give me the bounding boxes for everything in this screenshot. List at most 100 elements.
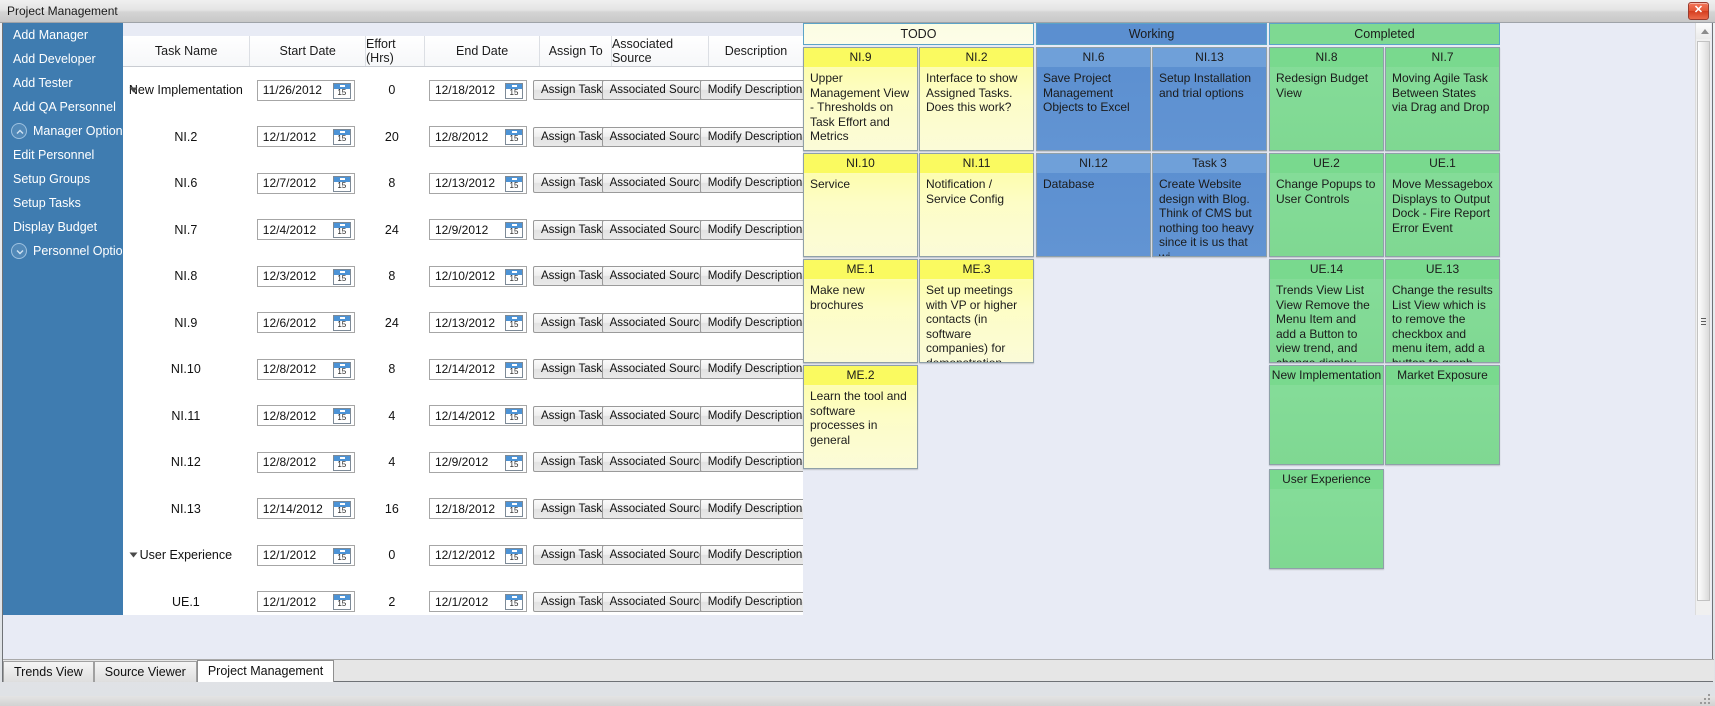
associated-source-button[interactable]: Associated Source [601, 173, 714, 194]
task-card[interactable]: UE.2 Change Popups to User Controls [1269, 153, 1384, 257]
cell-task-name[interactable]: NI.2 [123, 114, 249, 161]
modify-description-button[interactable]: Modify Description [699, 173, 803, 194]
date-input[interactable]: 12/8/2012 15 [256, 451, 355, 473]
associated-source-button[interactable]: Associated Source [601, 498, 714, 519]
cell-task-name[interactable]: New Implementation [123, 67, 249, 114]
calendar-icon[interactable]: 15 [504, 501, 523, 518]
date-input[interactable]: 12/1/2012 15 [256, 591, 355, 613]
associated-source-button[interactable]: Associated Source [601, 219, 714, 240]
column-header-end-date[interactable]: End Date [425, 36, 541, 66]
sidebar-item-add-manager[interactable]: Add Manager [3, 23, 123, 47]
tab-trends-view[interactable]: Trends View [3, 661, 94, 682]
assign-task-button[interactable]: Assign Task [532, 266, 611, 287]
date-input[interactable]: 12/13/2012 15 [428, 312, 527, 334]
modify-description-button[interactable]: Modify Description [699, 126, 803, 147]
table-row[interactable]: NI.2 12/1/2012 15 20 12/8/2012 15 Assign Task A… [123, 114, 803, 161]
calendar-icon[interactable]: 15 [332, 268, 351, 285]
assign-task-button[interactable]: Assign Task [532, 452, 611, 473]
sidebar-item-add-developer[interactable]: Add Developer [3, 47, 123, 71]
associated-source-button[interactable]: Associated Source [601, 591, 714, 612]
calendar-icon[interactable]: 15 [332, 501, 351, 518]
close-icon[interactable] [1688, 2, 1709, 20]
column-header-start-date[interactable]: Start Date [250, 36, 366, 66]
calendar-icon[interactable]: 15 [504, 222, 523, 239]
calendar-icon[interactable]: 15 [504, 361, 523, 378]
task-card[interactable]: NI.12 Database [1036, 153, 1151, 257]
vertical-scrollbar[interactable] [1695, 23, 1711, 615]
tab-source-viewer[interactable]: Source Viewer [93, 661, 197, 682]
cell-task-name[interactable]: UE.1 [123, 579, 249, 616]
scroll-up-arrow-icon[interactable] [1696, 23, 1711, 39]
date-input[interactable]: 12/9/2012 15 [428, 451, 527, 473]
assign-task-button[interactable]: Assign Task [532, 359, 611, 380]
date-input[interactable]: 12/1/2012 15 [256, 544, 355, 566]
sidebar-item-manager-options[interactable]: Manager Options [3, 119, 129, 143]
cell-task-name[interactable]: NI.11 [123, 393, 249, 440]
assign-task-button[interactable]: Assign Task [532, 591, 611, 612]
associated-source-button[interactable]: Associated Source [601, 126, 714, 147]
column-header-task-name[interactable]: Task Name [123, 36, 251, 66]
date-input[interactable]: 12/8/2012 15 [428, 126, 527, 148]
column-header-assign-to[interactable]: Assign To [540, 36, 612, 66]
tab-project-management[interactable]: Project Management [196, 660, 335, 682]
modify-description-button[interactable]: Modify Description [699, 359, 803, 380]
modify-description-button[interactable]: Modify Description [699, 219, 803, 240]
sidebar-item-display-budget[interactable]: Display Budget [3, 215, 123, 239]
cell-task-name[interactable]: NI.9 [123, 300, 249, 347]
date-input[interactable]: 12/12/2012 15 [428, 544, 527, 566]
assign-task-button[interactable]: Assign Task [532, 126, 611, 147]
calendar-icon[interactable]: 15 [332, 315, 351, 332]
date-input[interactable]: 12/18/2012 15 [428, 79, 527, 101]
cell-task-name[interactable]: NI.7 [123, 207, 249, 254]
task-card[interactable]: NI.10 Service [803, 153, 918, 257]
date-input[interactable]: 12/10/2012 15 [428, 265, 527, 287]
date-input[interactable]: 12/1/2012 15 [428, 591, 527, 613]
sidebar-item-personnel-options[interactable]: Personnel Options [3, 239, 136, 263]
date-input[interactable]: 12/18/2012 15 [428, 498, 527, 520]
task-card[interactable]: NI.11 Notification / Service Config [919, 153, 1034, 257]
assign-task-button[interactable]: Assign Task [532, 219, 611, 240]
table-row[interactable]: NI.12 12/8/2012 15 4 12/9/2012 15 Assign Task A… [123, 439, 803, 486]
associated-source-button[interactable]: Associated Source [601, 545, 714, 566]
task-card[interactable]: NI.7 Moving Agile Task Between States via… [1385, 47, 1500, 151]
task-card[interactable]: Market Exposure [1385, 365, 1500, 465]
sidebar-item-edit-personnel[interactable]: Edit Personnel [3, 143, 123, 167]
associated-source-button[interactable]: Associated Source [601, 359, 714, 380]
assign-task-button[interactable]: Assign Task [532, 498, 611, 519]
task-card[interactable]: ME.2 Learn the tool and software processe… [803, 365, 918, 469]
calendar-icon[interactable]: 15 [504, 547, 523, 564]
table-row[interactable]: NI.10 12/8/2012 15 8 12/14/2012 15 Assign Task… [123, 346, 803, 393]
sidebar-item-add-qa-personnel[interactable]: Add QA Personnel [3, 95, 123, 119]
cell-task-name[interactable]: NI.13 [123, 486, 249, 533]
modify-description-button[interactable]: Modify Description [699, 498, 803, 519]
cell-task-name[interactable]: NI.10 [123, 346, 249, 393]
date-input[interactable]: 12/7/2012 15 [256, 172, 355, 194]
associated-source-button[interactable]: Associated Source [601, 405, 714, 426]
scrollbar-thumb[interactable] [1697, 41, 1710, 601]
calendar-icon[interactable]: 15 [332, 222, 351, 239]
table-row[interactable]: NI.7 12/4/2012 15 24 12/9/2012 15 Assign Task A… [123, 207, 803, 254]
calendar-icon[interactable]: 15 [332, 361, 351, 378]
date-input[interactable]: 12/1/2012 15 [256, 126, 355, 148]
task-card[interactable]: ME.3 Set up meetings with VP or higher co… [919, 259, 1034, 363]
calendar-icon[interactable]: 15 [504, 129, 523, 146]
calendar-icon[interactable]: 15 [504, 175, 523, 192]
associated-source-button[interactable]: Associated Source [601, 266, 714, 287]
calendar-icon[interactable]: 15 [332, 129, 351, 146]
task-card[interactable]: NI.9 Upper Management View - Thresholds o… [803, 47, 918, 151]
date-input[interactable]: 12/14/2012 15 [428, 358, 527, 380]
task-card[interactable]: NI.13 Setup Installation and trial option… [1152, 47, 1267, 151]
sidebar-item-add-tester[interactable]: Add Tester [3, 71, 123, 95]
task-card[interactable]: NI.6 Save Project Management Objects to E… [1036, 47, 1151, 151]
table-row[interactable]: User Experience 12/1/2012 15 0 12/12/2012 15 A… [123, 532, 803, 579]
table-row[interactable]: NI.9 12/6/2012 15 24 12/13/2012 15 Assign Task… [123, 300, 803, 347]
cell-task-name[interactable]: NI.6 [123, 160, 249, 207]
task-card[interactable]: User Experience [1269, 469, 1384, 569]
calendar-icon[interactable]: 15 [504, 315, 523, 332]
date-input[interactable]: 12/6/2012 15 [256, 312, 355, 334]
task-card[interactable]: ME.1 Make new brochures [803, 259, 918, 363]
cell-task-name[interactable]: NI.12 [123, 439, 249, 486]
date-input[interactable]: 11/26/2012 15 [256, 79, 355, 101]
modify-description-button[interactable]: Modify Description [699, 591, 803, 612]
table-row[interactable]: NI.11 12/8/2012 15 4 12/14/2012 15 Assign Task… [123, 393, 803, 440]
